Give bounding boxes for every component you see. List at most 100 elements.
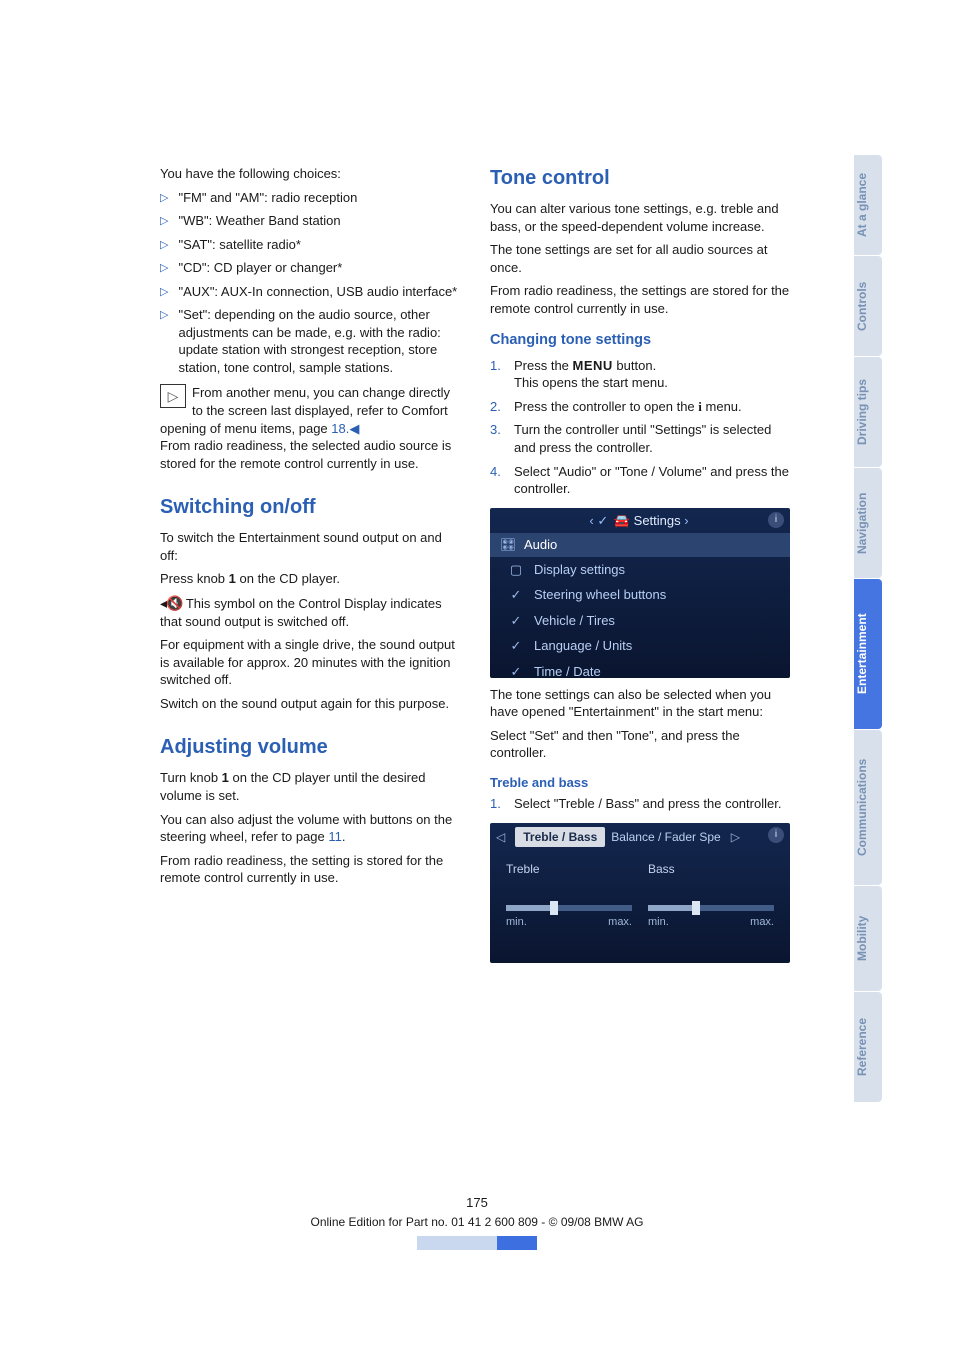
- right-column: Tone control You can alter various tone …: [490, 165, 790, 971]
- treble-panel: Treble min. max.: [506, 861, 632, 930]
- left-column: You have the following choices: ▷ "FM" an…: [160, 165, 460, 971]
- steps-list: 1. Press the MENU button.This opens the …: [490, 357, 790, 498]
- switching-heading: Switching on/off: [160, 494, 460, 521]
- choice-item: "SAT": satellite radio*: [178, 236, 300, 254]
- settings-row: ✓Language / Units: [490, 633, 790, 659]
- note-icon: ▷: [160, 384, 186, 408]
- volume-text: Turn knob 1 on the CD player until the d…: [160, 769, 460, 804]
- tone-heading: Tone control: [490, 165, 790, 192]
- min-label: min.: [648, 915, 669, 930]
- clock-icon: ✓: [508, 663, 524, 678]
- bullet-icon: ▷: [160, 283, 168, 301]
- bullet-icon: ▷: [160, 189, 168, 207]
- settings-row: ✓Steering wheel buttons: [490, 582, 790, 608]
- switch-text: To switch the Entertainment sound output…: [160, 529, 460, 564]
- treble-slider: [506, 905, 632, 911]
- steering-icon: ✓: [508, 586, 524, 604]
- after-screenshot-text: Select "Set" and then "Tone", and press …: [490, 727, 790, 762]
- info-badge-icon: i: [768, 512, 784, 528]
- choice-item: "FM" and "AM": radio reception: [178, 189, 357, 207]
- tab-at-a-glance[interactable]: At a glance: [854, 155, 882, 255]
- vehicle-icon: ✓: [508, 612, 524, 630]
- settings-row-audio: 🎛 Audio: [490, 533, 790, 557]
- tb-tabs: ◁ Treble / Bass Balance / Fader Spe ▷: [490, 823, 790, 851]
- mute-symbol-text: ◂🔇 This symbol on the Control Display in…: [160, 594, 460, 630]
- settings-title: ‹ ✓ 🚘 Settings ›: [490, 508, 790, 534]
- bullet-icon: ▷: [160, 259, 168, 277]
- switch-text: Switch on the sound output again for thi…: [160, 695, 460, 713]
- after-screenshot-text: The tone settings can also be selected w…: [490, 686, 790, 721]
- right-arrow-icon: ▷: [731, 829, 740, 845]
- tone-text: From radio readiness, the settings are s…: [490, 282, 790, 317]
- footer-bar-icon: [417, 1236, 537, 1250]
- settings-row: ✓Vehicle / Tires: [490, 608, 790, 634]
- choice-item: "CD": CD player or changer*: [178, 259, 342, 277]
- left-arrow-icon: ◁: [496, 829, 505, 845]
- bullet-icon: ▷: [160, 212, 168, 230]
- volume-text: From radio readiness, the setting is sto…: [160, 852, 460, 887]
- bass-label: Bass: [648, 861, 774, 877]
- volume-text: You can also adjust the volume with butt…: [160, 811, 460, 846]
- treble-bass-steps: 1. Select "Treble / Bass" and press the c…: [490, 795, 790, 813]
- tab-communications[interactable]: Communications: [854, 730, 882, 885]
- step-number: 4.: [490, 463, 504, 498]
- bullet-icon: ▷: [160, 236, 168, 254]
- bullet-icon: ▷: [160, 306, 168, 376]
- step-number: 1.: [490, 357, 504, 392]
- step-text: Press the MENU button.This opens the sta…: [514, 357, 668, 392]
- choice-item: "WB": Weather Band station: [178, 212, 340, 230]
- step-text: Turn the controller until "Settings" is …: [514, 421, 790, 456]
- tab-entertainment[interactable]: Entertainment: [854, 579, 882, 729]
- max-label: max.: [608, 915, 632, 930]
- footer: 175 Online Edition for Part no. 01 41 2 …: [0, 1194, 954, 1250]
- tab-balance-fader: Balance / Fader Spe: [611, 829, 720, 845]
- page-number: 175: [0, 1194, 954, 1212]
- choice-item: "Set": depending on the audio source, ot…: [178, 306, 460, 376]
- mute-icon: ◂🔇: [160, 595, 182, 611]
- language-icon: ✓: [508, 637, 524, 655]
- tab-treble-bass: Treble / Bass: [515, 827, 605, 847]
- settings-screenshot: i ‹ ✓ 🚘 Settings › 🎛 Audio ▢Display sett…: [490, 508, 790, 678]
- step-number: 2.: [490, 398, 504, 416]
- tab-controls[interactable]: Controls: [854, 256, 882, 356]
- footer-line: Online Edition for Part no. 01 41 2 600 …: [0, 1214, 954, 1230]
- switch-text: For equipment with a single drive, the s…: [160, 636, 460, 689]
- info-badge-icon: i: [768, 827, 784, 843]
- switch-text-knob: Press knob 1 on the CD player.: [160, 570, 460, 588]
- step-text: Press the controller to open the i menu.: [514, 398, 742, 416]
- changing-tone-heading: Changing tone settings: [490, 331, 790, 351]
- treble-label: Treble: [506, 861, 632, 877]
- min-label: min.: [506, 915, 527, 930]
- intro-text: You have the following choices:: [160, 165, 460, 183]
- volume-heading: Adjusting volume: [160, 734, 460, 761]
- step-text: Select "Audio" or "Tone / Volume" and pr…: [514, 463, 790, 498]
- tab-driving-tips[interactable]: Driving tips: [854, 357, 882, 467]
- tab-mobility[interactable]: Mobility: [854, 886, 882, 991]
- tone-text: You can alter various tone settings, e.g…: [490, 200, 790, 235]
- treble-bass-heading: Treble and bass: [490, 774, 790, 792]
- settings-row: ▢Display settings: [490, 557, 790, 583]
- triangle-icon: ▷: [168, 387, 179, 406]
- note-terminator: .◀: [346, 421, 360, 436]
- tab-navigation[interactable]: Navigation: [854, 468, 882, 578]
- note-text: From another menu, you can change direct…: [160, 385, 450, 435]
- treble-bass-screenshot: i ◁ Treble / Bass Balance / Fader Spe ▷ …: [490, 823, 790, 963]
- choices-list: ▷ "FM" and "AM": radio reception ▷ "WB": W…: [160, 189, 460, 377]
- car-icon: 🚘: [614, 513, 630, 528]
- max-label: max.: [750, 915, 774, 930]
- page-link-18[interactable]: 18: [331, 421, 345, 436]
- menu-button-label: MENU: [573, 358, 613, 373]
- audio-icon: 🎛: [500, 536, 516, 554]
- settings-row: ✓Time / Date: [490, 659, 790, 678]
- step-text: Select "Treble / Bass" and press the con…: [514, 795, 781, 813]
- choice-item: "AUX": AUX-In connection, USB audio inte…: [178, 283, 457, 301]
- side-tabs: At a glance Controls Driving tips Naviga…: [854, 155, 882, 1103]
- page-link-11[interactable]: 11: [328, 829, 342, 844]
- step-number: 1.: [490, 795, 504, 813]
- note-box: ▷ From another menu, you can change dire…: [160, 384, 460, 437]
- tone-text: The tone settings are set for all audio …: [490, 241, 790, 276]
- after-note-text: From radio readiness, the selected audio…: [160, 437, 460, 472]
- display-icon: ▢: [508, 561, 524, 579]
- tab-reference[interactable]: Reference: [854, 992, 882, 1102]
- bass-panel: Bass min. max.: [648, 861, 774, 930]
